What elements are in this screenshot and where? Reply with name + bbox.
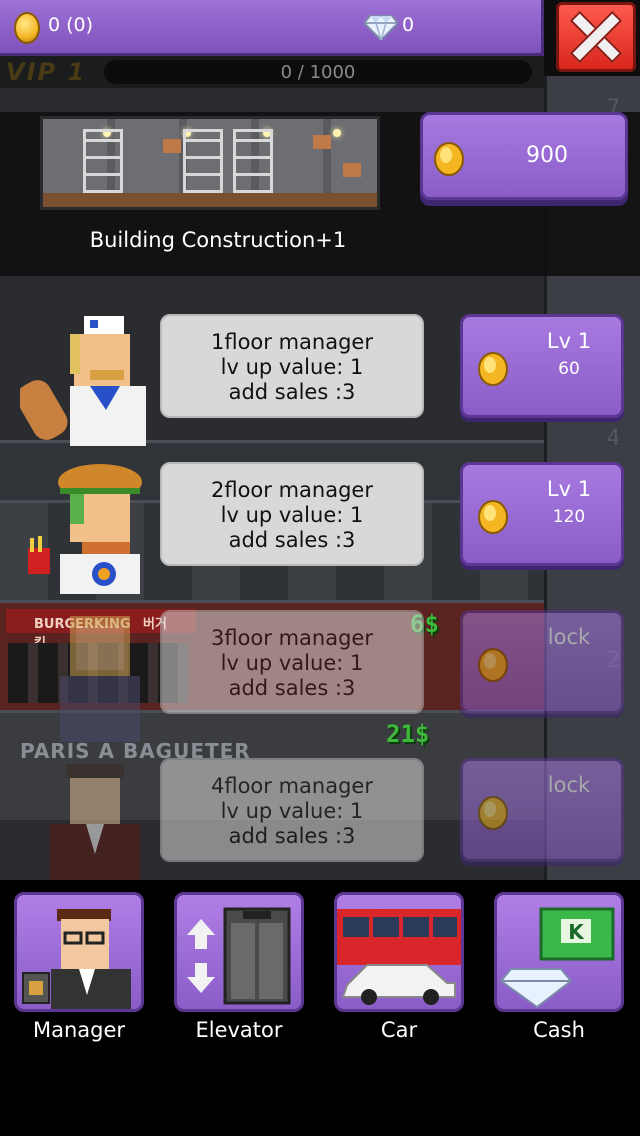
manager-info: 4floor manager lv up value: 1 add sales :3	[160, 758, 424, 862]
coin-icon	[477, 795, 509, 831]
elevator-icon	[187, 907, 291, 1005]
manager-level: Lv 1	[546, 329, 592, 353]
vip-progress-text: 0 / 1000	[280, 62, 356, 83]
manager-locked-button[interactable]: lock	[460, 610, 624, 714]
nav-cash-label: Cash	[533, 1018, 585, 1042]
construction-title: Building Construction+1	[89, 228, 347, 252]
construction-image	[40, 116, 380, 210]
manager-icon	[22, 909, 131, 1009]
locked-manager-avatar	[60, 616, 140, 742]
coin-icon	[477, 647, 509, 683]
manager-info: 3floor manager lv up value: 1 add sales :3	[160, 610, 424, 714]
manager-info: 2floor manager lv up value: 1 add sales :3	[160, 462, 424, 566]
manager-row-locked: 4floor manager lv up value: 1 add sales :3…	[0, 744, 640, 890]
close-icon	[556, 2, 636, 72]
manager-level: Lv 1	[546, 477, 592, 501]
coin-icon	[477, 351, 509, 387]
nav-cash-button[interactable]: K Cash	[494, 892, 624, 1042]
vip-progress-bar: 0 / 1000	[104, 60, 532, 84]
currency-bar: 0 (0) 0	[0, 0, 544, 56]
nav-manager-button[interactable]: Manager	[14, 892, 144, 1042]
coin-icon	[477, 499, 509, 535]
coin-count: 0 (0)	[48, 14, 94, 36]
nav-car-label: Car	[380, 1018, 418, 1042]
manager-level-cost: 60	[558, 359, 580, 379]
cash-icon: K	[499, 907, 615, 1009]
manager-level-up-button[interactable]: Lv 1 60	[460, 314, 624, 418]
manager-row: 2floor manager lv up value: 1 add sales :3…	[0, 448, 640, 594]
vip-bar: VIP 1 0 / 1000	[0, 56, 544, 88]
nav-elevator-label: Elevator	[195, 1018, 283, 1042]
coin-icon	[433, 141, 465, 177]
diamond-icon	[364, 15, 398, 40]
bottom-nav: Manager Elevator Car K Cash	[0, 880, 640, 1136]
construction-panel: Building Construction+1 900	[0, 112, 640, 276]
baker-manager-avatar	[20, 316, 146, 446]
manager-level-cost: 120	[552, 507, 586, 527]
construction-price: 900	[526, 143, 568, 168]
close-button[interactable]	[544, 0, 640, 76]
manager-row: 1floor manager lv up value: 1 add sales :3…	[0, 300, 640, 446]
coin-icon	[14, 12, 40, 44]
lock-label: lock	[547, 773, 591, 797]
manager-info: 1floor manager lv up value: 1 add sales :3	[160, 314, 424, 418]
car-icon	[337, 909, 461, 1005]
manager-row-locked: 3floor manager lv up value: 1 add sales :3…	[0, 596, 640, 742]
nav-elevator-button[interactable]: Elevator	[174, 892, 304, 1042]
manager-locked-button[interactable]: lock	[460, 758, 624, 862]
nav-manager-label: Manager	[32, 1018, 126, 1042]
locked-manager-avatar	[50, 764, 140, 890]
gem-count: 0	[402, 14, 415, 36]
vip-label: VIP 1	[6, 58, 87, 86]
manager-level-up-button[interactable]: Lv 1 120	[460, 462, 624, 566]
svg-text:K: K	[568, 920, 585, 944]
lock-label: lock	[547, 625, 591, 649]
nav-car-button[interactable]: Car	[334, 892, 464, 1042]
burger-manager-avatar	[28, 464, 142, 594]
construction-buy-button[interactable]: 900	[420, 112, 628, 200]
